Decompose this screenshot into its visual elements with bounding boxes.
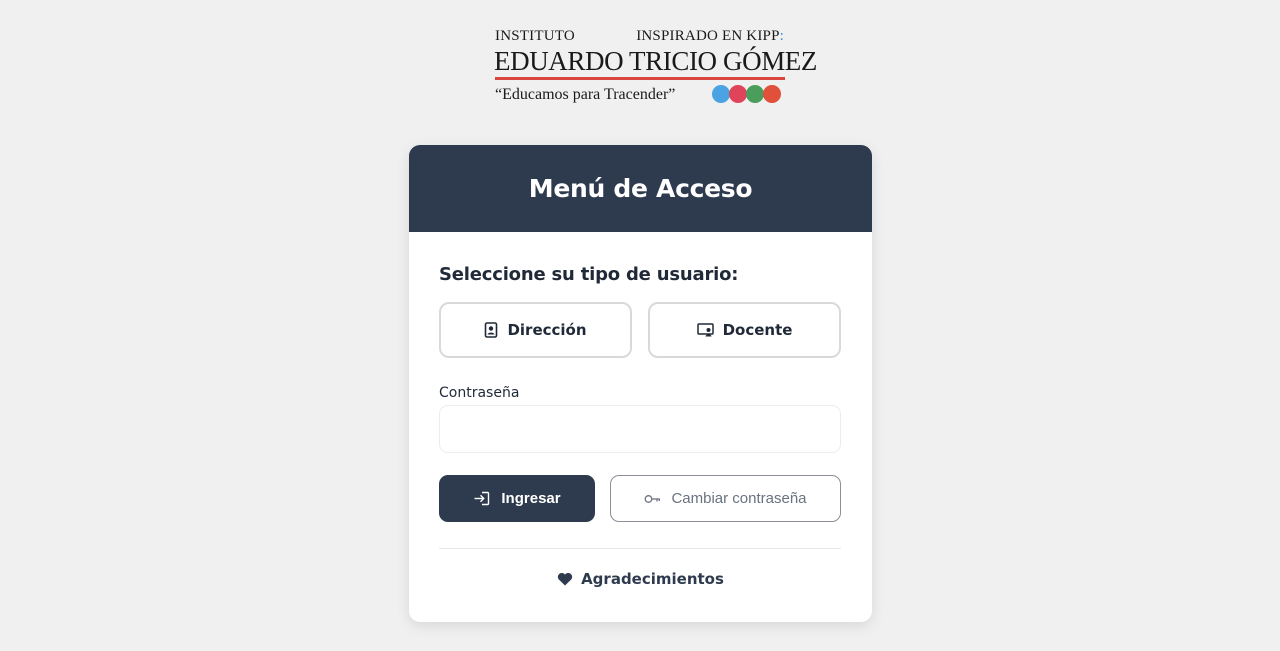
id-badge-icon [484,322,498,338]
logo-red-rule [495,77,785,80]
password-input[interactable] [439,405,841,453]
password-label: Contraseña [439,385,520,401]
logo-top-right-text: INSPIRADO EN KIPP: [636,28,784,45]
divider [439,548,841,549]
login-card: Menú de Acceso Seleccione su tipo de usu… [409,145,872,622]
acknowledgements-link[interactable]: Agradecimientos [409,570,872,588]
logo-dot [712,85,730,103]
role-docente-button[interactable]: Docente [648,302,841,358]
logo-kipp-text: INSPIRADO EN KIPP [636,28,780,44]
card-title: Menú de Acceso [528,174,753,203]
role-direccion-button[interactable]: Dirección [439,302,632,358]
logo-dots [712,85,781,103]
logo-motto: “Educamos para Tracender” [495,86,676,103]
login-button[interactable]: Ingresar [439,475,595,522]
teacher-board-icon [696,323,714,337]
logo-top-left-text: INSTITUTO [495,28,575,44]
acknowledgements-label: Agradecimientos [581,570,724,588]
key-icon [644,494,661,504]
logo-institution-name: EDUARDO TRICIO GÓMEZ [494,46,817,76]
user-type-label: Seleccione su tipo de usuario: [439,264,739,285]
change-password-label: Cambiar contraseña [671,490,807,507]
login-icon [473,491,490,506]
institution-logo: INSTITUTO INSPIRADO EN KIPP: EDUARDO TRI… [494,26,817,108]
logo-kipp-mark: : [779,28,784,44]
role-docente-label: Docente [722,321,793,339]
change-password-button[interactable]: Cambiar contraseña [610,475,841,522]
logo-dot [729,85,747,103]
login-button-label: Ingresar [501,490,561,507]
role-direccion-label: Dirección [507,321,587,339]
logo-dot [763,85,781,103]
card-header: Menú de Acceso [409,145,872,232]
heart-icon [557,572,573,586]
logo-dot [746,85,764,103]
